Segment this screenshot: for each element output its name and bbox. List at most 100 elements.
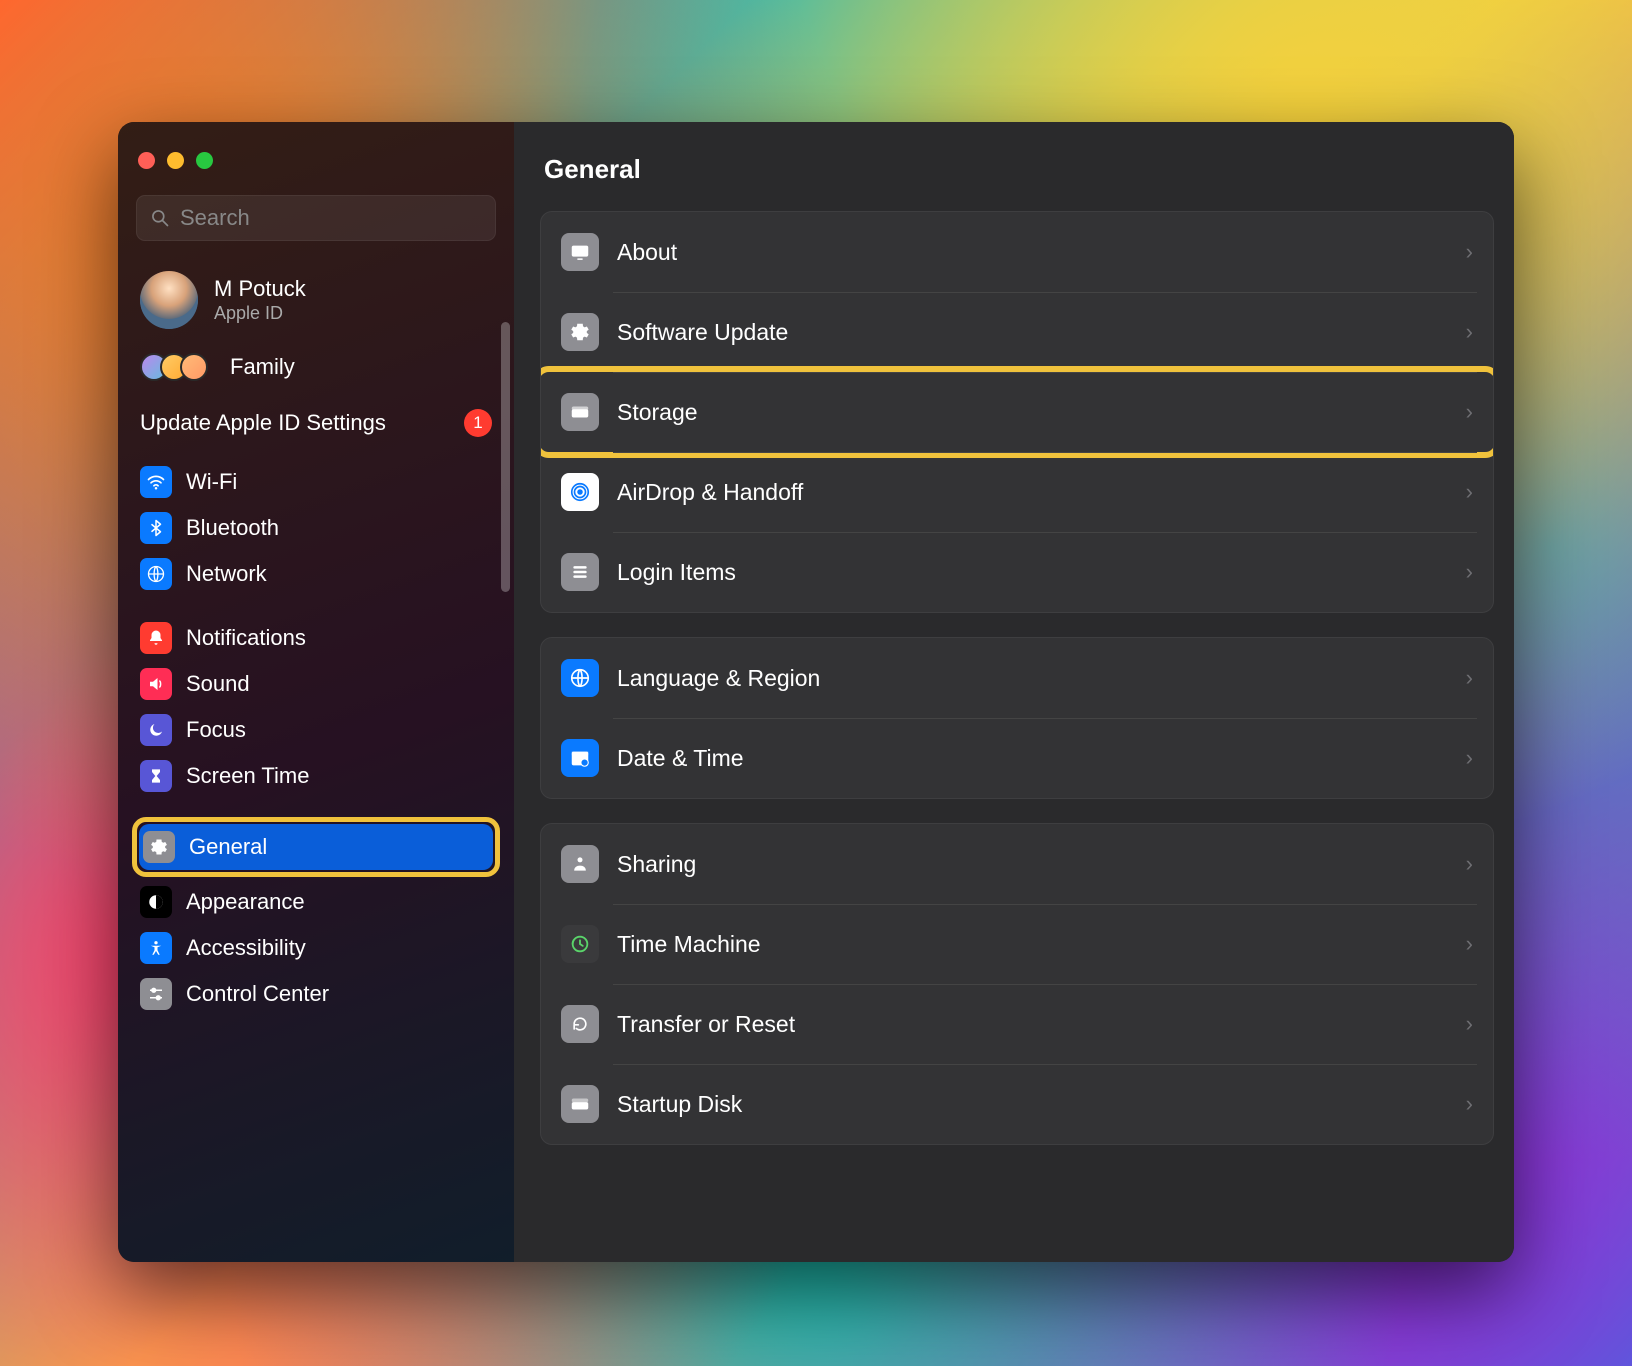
sidebar-item-apple-id[interactable]: M Potuck Apple ID [136, 263, 496, 347]
sidebar-item-update-apple-id[interactable]: Update Apple ID Settings 1 [136, 405, 496, 459]
chevron-right-icon: › [1466, 399, 1473, 425]
chevron-right-icon: › [1466, 851, 1473, 877]
sidebar-item-general[interactable]: General [139, 824, 493, 870]
globe-icon [561, 659, 599, 697]
disk-icon [561, 393, 599, 431]
list-icon [561, 553, 599, 591]
row-label: Sharing [617, 851, 1448, 878]
sidebar-item-label: Accessibility [186, 935, 306, 961]
sidebar-item-focus[interactable]: Focus [136, 707, 496, 753]
content-pane: General About › Software Update › Storag… [514, 122, 1514, 1262]
airdrop-icon [561, 473, 599, 511]
row-transfer-reset[interactable]: Transfer or Reset › [541, 984, 1493, 1064]
sidebar-item-bluetooth[interactable]: Bluetooth [136, 505, 496, 551]
chevron-right-icon: › [1466, 479, 1473, 505]
chevron-right-icon: › [1466, 239, 1473, 265]
settings-panel: Language & Region › Date & Time › [540, 637, 1494, 799]
hourglass-icon [140, 760, 172, 792]
close-window-button[interactable] [138, 152, 155, 169]
update-text: Update Apple ID Settings [140, 409, 386, 437]
row-sharing[interactable]: Sharing › [541, 824, 1493, 904]
row-software-update[interactable]: Software Update › [541, 292, 1493, 372]
startup-disk-icon [561, 1085, 599, 1123]
sidebar-group-system: General Appearance Accessibility Control… [136, 817, 496, 1017]
row-label: Software Update [617, 319, 1448, 346]
settings-panel: About › Software Update › Storage › AirD… [540, 211, 1494, 613]
row-login-items[interactable]: Login Items › [541, 532, 1493, 612]
chevron-right-icon: › [1466, 665, 1473, 691]
annotation-highlight-general: General [132, 817, 500, 877]
chevron-right-icon: › [1466, 1011, 1473, 1037]
account-sub: Apple ID [214, 303, 306, 324]
row-label: Time Machine [617, 931, 1448, 958]
row-label: Startup Disk [617, 1091, 1448, 1118]
globe-icon [140, 558, 172, 590]
row-label: Language & Region [617, 665, 1448, 692]
row-startup-disk[interactable]: Startup Disk › [541, 1064, 1493, 1144]
page-title: General [544, 154, 1494, 185]
sidebar-item-family[interactable]: Family [136, 347, 496, 405]
sidebar-item-label: Screen Time [186, 763, 310, 789]
scrollbar[interactable] [501, 322, 510, 592]
sliders-icon [140, 978, 172, 1010]
bluetooth-icon [140, 512, 172, 544]
speaker-icon [140, 668, 172, 700]
sidebar: M Potuck Apple ID Family Update Apple ID… [118, 122, 514, 1262]
avatar [140, 271, 198, 329]
sidebar-item-label: Wi-Fi [186, 469, 237, 495]
chevron-right-icon: › [1466, 931, 1473, 957]
sidebar-item-network[interactable]: Network [136, 551, 496, 597]
sidebar-item-label: Bluetooth [186, 515, 279, 541]
sidebar-item-control-center[interactable]: Control Center [136, 971, 496, 1017]
sharing-icon [561, 845, 599, 883]
row-label: Login Items [617, 559, 1448, 586]
notification-badge: 1 [464, 409, 492, 437]
row-label: Transfer or Reset [617, 1011, 1448, 1038]
sidebar-group-network: Wi-Fi Bluetooth Network [136, 459, 496, 597]
wifi-icon [140, 466, 172, 498]
sidebar-item-label: Network [186, 561, 267, 587]
search-icon [150, 208, 170, 228]
search-field[interactable] [136, 195, 496, 241]
sidebar-item-label: Notifications [186, 625, 306, 651]
chevron-right-icon: › [1466, 1091, 1473, 1117]
row-storage[interactable]: Storage › [541, 372, 1493, 452]
row-about[interactable]: About › [541, 212, 1493, 292]
chevron-right-icon: › [1466, 745, 1473, 771]
sidebar-item-label: Sound [186, 671, 250, 697]
moon-icon [140, 714, 172, 746]
sidebar-item-notifications[interactable]: Notifications [136, 615, 496, 661]
chevron-right-icon: › [1466, 319, 1473, 345]
chevron-right-icon: › [1466, 559, 1473, 585]
minimize-window-button[interactable] [167, 152, 184, 169]
family-label: Family [230, 354, 295, 380]
family-stack-icon [140, 353, 208, 381]
row-language-region[interactable]: Language & Region › [541, 638, 1493, 718]
sidebar-item-screen-time[interactable]: Screen Time [136, 753, 496, 799]
row-label: AirDrop & Handoff [617, 479, 1448, 506]
sidebar-item-sound[interactable]: Sound [136, 661, 496, 707]
time-machine-icon [561, 925, 599, 963]
row-airdrop-handoff[interactable]: AirDrop & Handoff › [541, 452, 1493, 532]
row-time-machine[interactable]: Time Machine › [541, 904, 1493, 984]
fullscreen-window-button[interactable] [196, 152, 213, 169]
sidebar-item-appearance[interactable]: Appearance [136, 879, 496, 925]
row-label: Date & Time [617, 745, 1448, 772]
sidebar-group-personal: Notifications Sound Focus Screen Time [136, 615, 496, 799]
sidebar-item-accessibility[interactable]: Accessibility [136, 925, 496, 971]
reset-icon [561, 1005, 599, 1043]
row-label: About [617, 239, 1448, 266]
monitor-icon [561, 233, 599, 271]
search-input[interactable] [180, 205, 482, 231]
sidebar-item-wifi[interactable]: Wi-Fi [136, 459, 496, 505]
accessibility-icon [140, 932, 172, 964]
account-name: M Potuck [214, 276, 306, 302]
row-date-time[interactable]: Date & Time › [541, 718, 1493, 798]
calendar-clock-icon [561, 739, 599, 777]
system-settings-window: M Potuck Apple ID Family Update Apple ID… [118, 122, 1514, 1262]
bell-icon [140, 622, 172, 654]
gear-icon [143, 831, 175, 863]
sidebar-item-label: Appearance [186, 889, 305, 915]
sidebar-item-label: General [189, 834, 267, 860]
appearance-icon [140, 886, 172, 918]
